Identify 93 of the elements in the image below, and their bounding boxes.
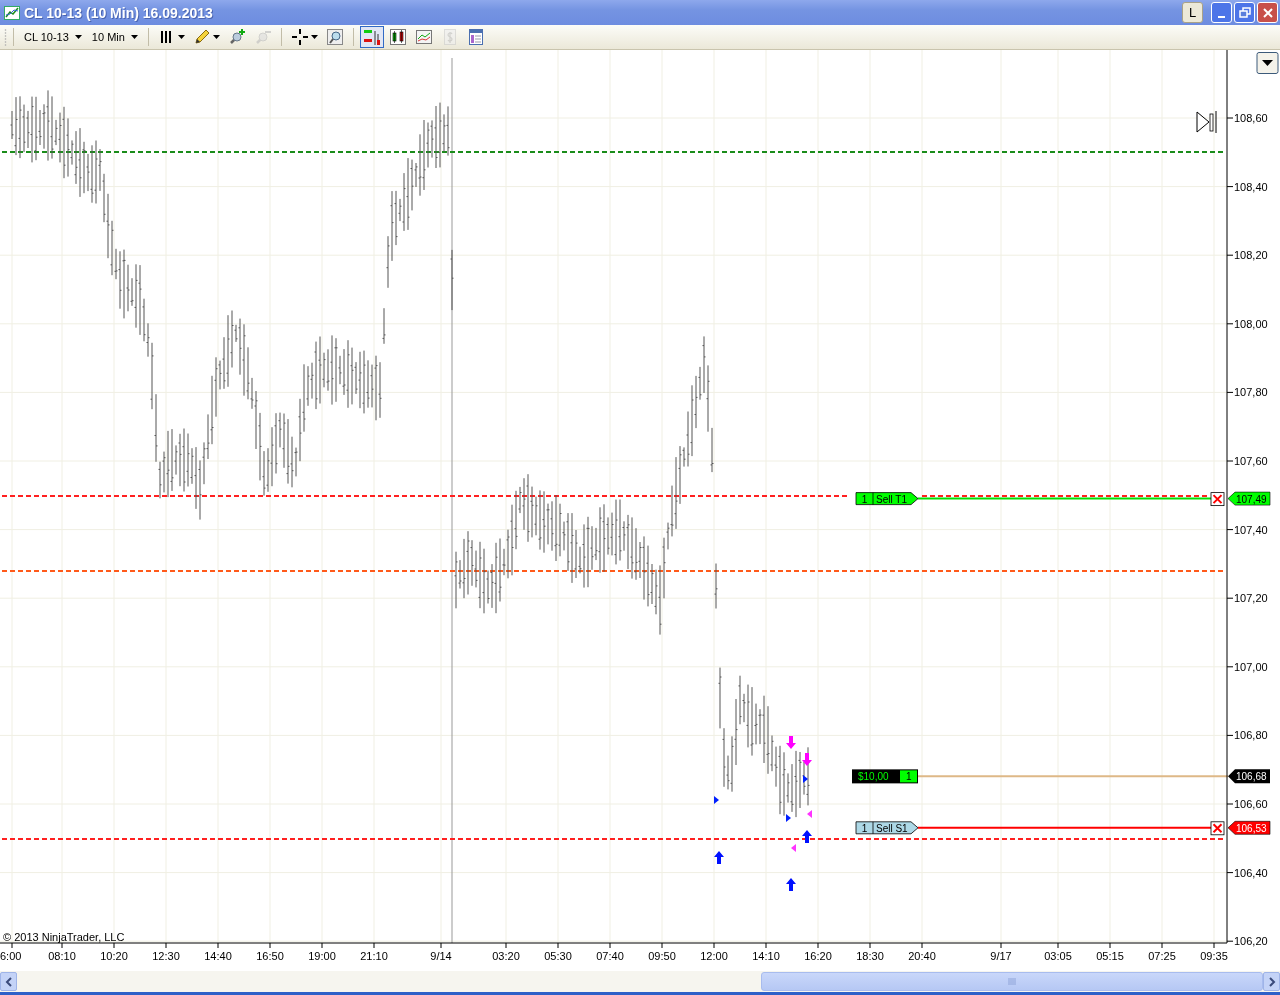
skip-to-end-icon[interactable] [1196, 110, 1217, 134]
y-axis-label: 108,40 [1234, 180, 1268, 193]
horizontal-scrollbar[interactable] [0, 971, 1280, 995]
x-axis-label: 05:15 [1096, 950, 1124, 962]
triangle-icon [803, 775, 808, 783]
left-chevron-icon [4, 976, 13, 987]
x-axis-label: 6:00 [0, 950, 22, 962]
order-label-background[interactable] [855, 492, 919, 505]
x-axis-label: 20:40 [908, 950, 936, 962]
order-quantity: 1 [861, 822, 868, 834]
y-axis-label: 107,20 [1234, 592, 1268, 605]
grip-icon [1008, 978, 1016, 985]
y-axis-label: 106,60 [1234, 798, 1268, 810]
x-axis-label: 19:00 [308, 950, 336, 962]
x-axis-label: 21:10 [360, 950, 388, 962]
x-axis-label: 03:05 [1044, 950, 1072, 962]
price-tag: 106,53 [1227, 821, 1271, 835]
line-chart-icon [414, 28, 433, 46]
caret-icon [130, 35, 138, 39]
x-axis-label: 05:30 [544, 950, 572, 962]
order-bars-icon [362, 28, 381, 46]
order-label-background[interactable] [855, 821, 919, 835]
restore-icon [1238, 6, 1251, 19]
minimize-button[interactable] [1211, 2, 1232, 23]
x-axis-label: 12:00 [700, 950, 728, 962]
y-axis-label: 107,80 [1234, 386, 1268, 399]
y-axis-label: 108,00 [1234, 317, 1268, 330]
instrument-dropdown[interactable]: CL 10-13 [20, 31, 86, 43]
triangle-icon [791, 844, 796, 852]
caret-icon [310, 35, 318, 39]
triangle-icon [786, 814, 791, 822]
order-name: Sell S1 [876, 822, 908, 834]
triangle-icon [714, 796, 719, 804]
y-axis-label: 107,40 [1234, 523, 1268, 536]
magnifier-icon [325, 28, 344, 46]
caret-icon [212, 35, 220, 39]
x-axis-label: 12:30 [152, 950, 180, 962]
caret-icon [74, 35, 82, 39]
y-axis-label: 107,00 [1234, 660, 1268, 673]
x-axis-label: 09:50 [648, 950, 676, 962]
x-axis-label: 18:30 [856, 950, 884, 962]
chart-menu-button[interactable] [1256, 52, 1279, 74]
scrollbar-thumb[interactable] [761, 972, 1263, 991]
order-bars-tool-button[interactable] [359, 26, 384, 48]
x-axis-label: 07:25 [1148, 950, 1176, 962]
data-box-icon [466, 28, 485, 46]
x-axis-label: 14:10 [752, 950, 780, 962]
order-quantity: 1 [861, 493, 868, 505]
x-axis-label: 10:20 [100, 950, 128, 962]
cancel-order-icon[interactable] [1210, 492, 1225, 506]
y-axis-label: 106,80 [1234, 729, 1268, 742]
layout-button[interactable]: L [1182, 2, 1203, 23]
x-axis-label: 07:40 [596, 950, 624, 962]
grip-icon [4, 28, 7, 46]
minimize-icon [1218, 15, 1225, 18]
down-arrow-icon [802, 753, 812, 766]
up-arrow-icon [714, 851, 724, 864]
crosshair-icon [290, 28, 309, 46]
y-axis-label: 106,40 [1234, 866, 1268, 879]
position-quantity: 1 [906, 771, 912, 783]
up-arrow-icon [802, 830, 812, 843]
y-axis-label: 106,20 [1234, 935, 1268, 948]
x-axis-label: 16:20 [804, 950, 832, 962]
up-arrow-icon [786, 878, 796, 891]
price-tag: 107,49 [1227, 491, 1271, 506]
y-axis-label: 107,60 [1234, 455, 1268, 467]
x-axis-label: 16:50 [256, 950, 284, 962]
x-axis-label: 14:40 [204, 950, 232, 962]
window-title: CL 10-13 (10 Min) 16.09.2013 [24, 4, 213, 21]
close-button[interactable] [1257, 2, 1278, 23]
copyright-text: © 2013 NinjaTrader, LLC [3, 931, 125, 943]
scroll-left-button[interactable] [0, 972, 17, 991]
cancel-order-icon[interactable] [1210, 821, 1225, 836]
chart-icon [4, 5, 20, 20]
x-axis-label: 09:35 [1200, 950, 1228, 962]
caret-icon [177, 35, 185, 39]
x-axis-label: 9/17 [990, 950, 1012, 962]
close-icon [1261, 6, 1274, 19]
interval-dropdown[interactable]: 10 Min [87, 31, 142, 43]
restore-button[interactable] [1234, 2, 1255, 23]
pencil-icon [192, 28, 211, 46]
x-axis-label: 03:20 [492, 950, 520, 962]
right-chevron-icon [1267, 976, 1276, 987]
y-axis-label: 108,20 [1234, 249, 1268, 262]
position-profit: $10,00 [858, 771, 889, 783]
order-name: Sell T1 [876, 493, 907, 505]
scroll-right-button[interactable] [1263, 972, 1280, 991]
triangle-icon [807, 810, 812, 818]
x-axis-label: 08:10 [48, 950, 76, 962]
down-arrow-icon [786, 736, 796, 749]
y-axis-label: 108,60 [1234, 112, 1268, 124]
x-axis-label: 9/14 [430, 950, 452, 962]
candles-icon [388, 28, 407, 46]
